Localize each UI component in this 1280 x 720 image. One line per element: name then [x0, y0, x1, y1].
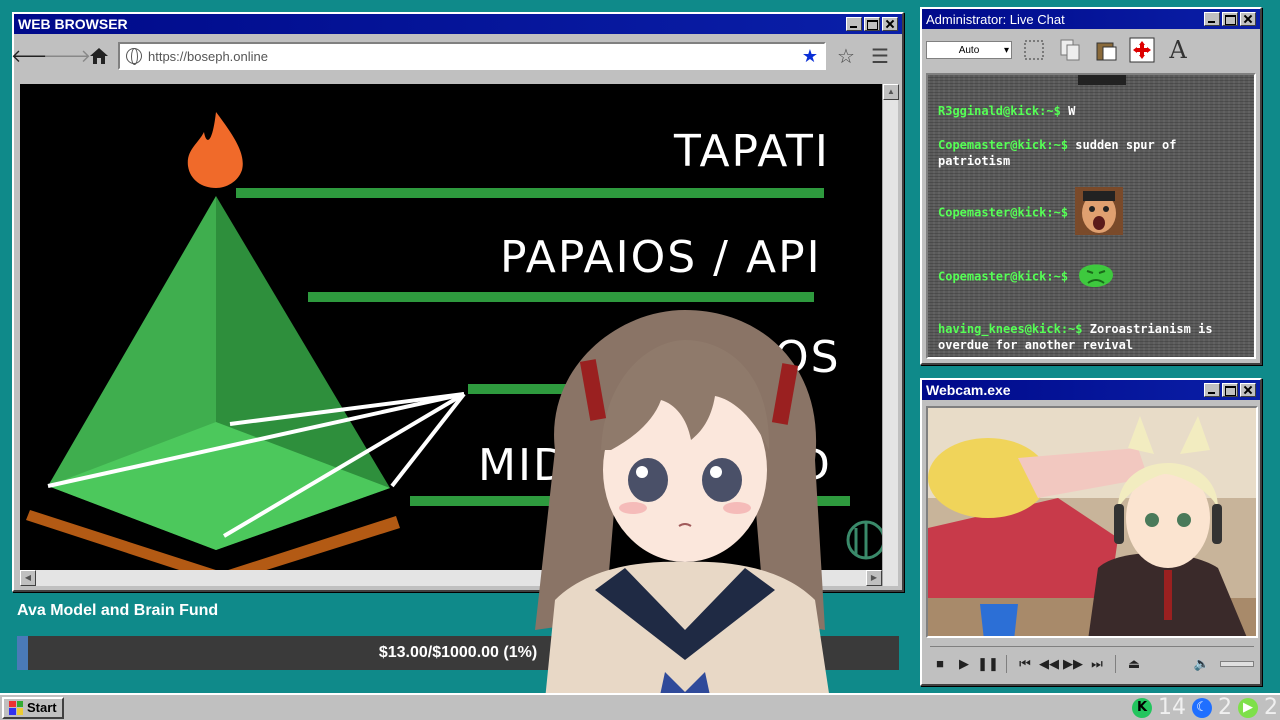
volume-icon[interactable]: 🔈: [1192, 654, 1212, 674]
chat-text: W: [1068, 104, 1076, 118]
live-chat-window: Administrator: Live Chat Auto A R3gginal…: [920, 7, 1262, 365]
separator: [1006, 654, 1007, 673]
slide-divider-1: [236, 188, 824, 198]
maximize-button[interactable]: [1222, 12, 1238, 26]
kick-count: 14: [1158, 695, 1186, 720]
green-sick-face-emote: [1075, 255, 1117, 299]
moon-icon[interactable]: ☾: [1192, 697, 1212, 718]
chat-toolbar: Auto A: [922, 29, 1260, 71]
system-tray: K 14 ☾ 2 ▶ 2: [1132, 695, 1278, 720]
chat-title: Administrator: Live Chat: [926, 11, 1065, 27]
address-bar[interactable]: https://boseph.online ★: [118, 42, 826, 70]
scroll-right-arrow-icon[interactable]: ▶: [866, 570, 882, 586]
volume-slider[interactable]: [1220, 660, 1254, 667]
start-label: Start: [27, 700, 57, 715]
webcam-scene: [928, 408, 1256, 636]
chat-message: Copemaster@kick:~$ sudden spur of patrio…: [938, 137, 1248, 169]
chat-username: Copemaster@kick:~$: [938, 138, 1069, 152]
webcam-video[interactable]: [926, 406, 1258, 638]
paste-icon[interactable]: [1092, 36, 1120, 64]
webcam-titlebar[interactable]: Webcam.exe: [922, 380, 1260, 400]
browser-title: WEB BROWSER: [18, 16, 128, 32]
minimize-button[interactable]: [1204, 12, 1220, 26]
chat-message: Copemaster@kick:~$: [938, 255, 1248, 299]
shocked-face-emote: [1075, 187, 1124, 239]
start-button[interactable]: Start: [2, 696, 64, 719]
moon-count: 2: [1218, 695, 1232, 720]
chat-username: having_knees@kick:~$: [938, 322, 1083, 336]
minimize-button[interactable]: [1204, 383, 1220, 397]
media-player-controls: ■ ▶ ❚❚ ⏮ ◀◀ ▶▶ ⏭ ⏏ 🔈: [930, 646, 1254, 676]
rewind-icon[interactable]: ◀◀: [1039, 654, 1059, 674]
maximize-button[interactable]: [864, 17, 880, 31]
browser-titlebar[interactable]: WEB BROWSER: [14, 14, 902, 34]
close-button[interactable]: [882, 17, 898, 31]
windows-logo-icon: [9, 700, 23, 715]
vertical-scrollbar[interactable]: ▲: [882, 84, 899, 586]
minimize-button[interactable]: [846, 17, 862, 31]
chat-message: R3gginald@kick:~$ W: [938, 103, 1248, 119]
chat-log[interactable]: R3gginald@kick:~$ W Copemaster@kick:~$ s…: [926, 73, 1256, 359]
url-text[interactable]: https://boseph.online: [148, 49, 802, 64]
cropped-emote: [1078, 75, 1126, 85]
kick-icon[interactable]: K: [1132, 697, 1152, 718]
play-icon[interactable]: ▶: [1238, 697, 1258, 718]
chat-mode-select[interactable]: Auto: [926, 41, 1012, 59]
fast-forward-icon[interactable]: ▶▶: [1063, 654, 1083, 674]
taskbar: Start K 14 ☾ 2 ▶ 2: [0, 693, 1280, 720]
home-icon[interactable]: [86, 43, 112, 69]
favorites-star-icon[interactable]: ☆: [832, 42, 860, 70]
chat-username: Copemaster@kick:~$: [938, 205, 1069, 220]
close-button[interactable]: [1240, 383, 1256, 397]
menu-icon[interactable]: ☰: [866, 42, 894, 70]
copy-icon[interactable]: [1056, 36, 1084, 64]
stop-icon[interactable]: ■: [930, 654, 950, 674]
select-region-icon[interactable]: [1020, 36, 1048, 64]
chat-username: R3gginald@kick:~$: [938, 104, 1061, 118]
vtuber-avatar: [535, 310, 830, 700]
webcam-title: Webcam.exe: [926, 382, 1011, 398]
font-icon[interactable]: A: [1164, 36, 1192, 64]
close-button[interactable]: [1240, 12, 1256, 26]
skip-forward-icon[interactable]: ⏭: [1087, 654, 1107, 674]
slide-text-2: PAPAIOS / API: [500, 232, 822, 283]
pause-icon[interactable]: ❚❚: [977, 654, 999, 674]
eject-icon[interactable]: ⏏: [1124, 654, 1144, 674]
play-icon[interactable]: ▶: [954, 654, 974, 674]
separator: [1115, 654, 1116, 673]
globe-icon: [126, 48, 142, 65]
chat-titlebar[interactable]: Administrator: Live Chat: [922, 9, 1260, 29]
fund-title: Ava Model and Brain Fund: [17, 602, 219, 619]
move-icon[interactable]: [1128, 36, 1156, 64]
slide-text-1: TAPATI: [674, 126, 830, 177]
skip-back-icon[interactable]: ⏮: [1015, 654, 1035, 674]
scroll-up-arrow-icon[interactable]: ▲: [883, 84, 899, 100]
browser-toolbar: 🡐 🡒 https://boseph.online ★ ☆ ☰: [11, 34, 902, 78]
chat-message: Copemaster@kick:~$: [938, 187, 1248, 239]
maximize-button[interactable]: [1222, 383, 1238, 397]
forward-arrow-icon[interactable]: 🡒: [43, 43, 91, 69]
bookmark-star-icon[interactable]: ★: [802, 46, 818, 67]
play-count: 2: [1264, 695, 1278, 720]
chat-username: Copemaster@kick:~$: [938, 269, 1069, 284]
scroll-left-arrow-icon[interactable]: ◀: [20, 570, 36, 586]
webcam-window: Webcam.exe ■ ▶ ❚❚ ⏮ ◀◀ ▶▶ ⏭ ⏏ 🔈: [920, 378, 1262, 686]
chat-message: having_knees@kick:~$ Zoroastrianism is o…: [938, 321, 1248, 353]
